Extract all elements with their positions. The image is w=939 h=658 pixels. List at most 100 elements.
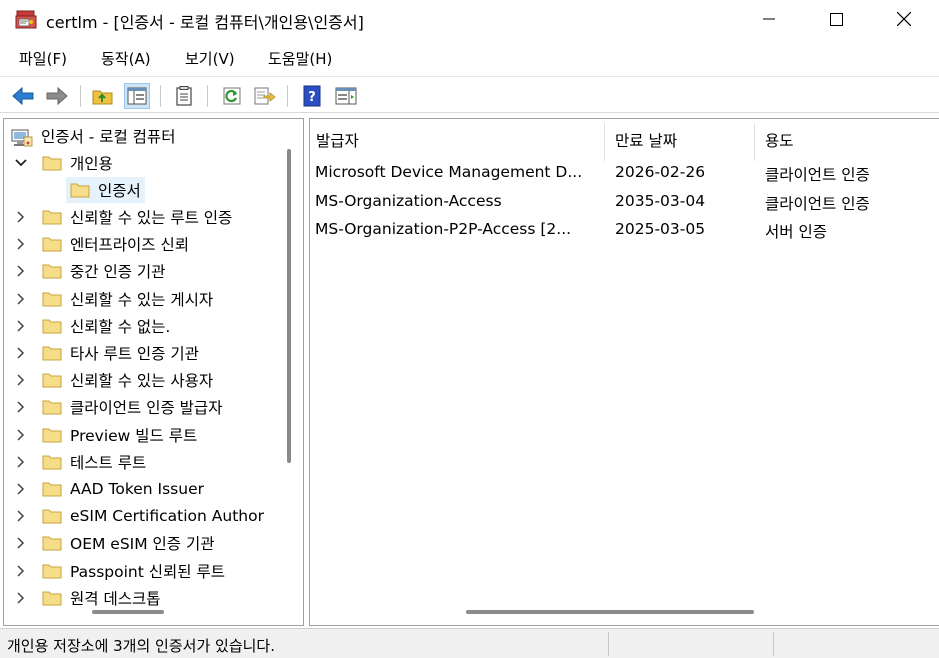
properties-icon[interactable]	[171, 83, 197, 109]
folder-icon	[42, 345, 62, 361]
table-row[interactable]: MS-Organization-P2P-Access [2... 2025-03-…	[310, 220, 930, 246]
title-bar: certlm - [인증서 - 로컬 컴퓨터\개인용\인증서]	[0, 0, 939, 38]
window-title: certlm - [인증서 - 로컬 컴퓨터\개인용\인증서]	[46, 13, 364, 32]
tree-node-store-label: eSIM Certification Author	[70, 507, 264, 526]
tree-horizontal-scrollbar[interactable]	[92, 610, 164, 614]
tree-node-store-label: Preview 빌드 루트	[70, 426, 198, 445]
list-horizontal-scrollbar[interactable]	[466, 610, 754, 614]
menu-view[interactable]: 보기(V)	[185, 48, 235, 69]
tree-node-store[interactable]: 테스트 루트	[14, 449, 146, 475]
status-text: 개인용 저장소에 3개의 인증서가 있습니다.	[7, 637, 275, 655]
minimize-button[interactable]	[737, 0, 801, 38]
chevron-down-icon[interactable]	[14, 150, 28, 176]
tree-node-store[interactable]: Passpoint 신뢰된 루트	[14, 558, 225, 584]
chevron-right-icon[interactable]	[14, 429, 28, 441]
tree-node-store-label: 테스트 루트	[70, 453, 147, 472]
folder-icon	[42, 535, 62, 551]
help-icon[interactable]: ?	[299, 83, 325, 109]
tree-node-store-label: 신뢰할 수 있는 사용자	[70, 372, 214, 391]
cell-expiration: 2035-03-04	[615, 191, 706, 210]
folder-icon	[42, 481, 62, 497]
tree-node-store-label: 엔터프라이즈 신뢰	[70, 236, 190, 255]
tree-node-store-label: 중간 인증 기관	[70, 263, 166, 282]
tree-node-store[interactable]: eSIM Certification Author	[14, 503, 264, 529]
chevron-right-icon[interactable]	[14, 320, 28, 332]
tree-node-store[interactable]: 신뢰할 수 있는 사용자	[14, 367, 213, 393]
tree-vertical-scrollbar[interactable]	[287, 149, 291, 463]
tree-node-store[interactable]: 중간 인증 기관	[14, 258, 165, 284]
forward-icon[interactable]	[44, 83, 70, 109]
refresh-icon[interactable]	[219, 83, 245, 109]
menu-file[interactable]: 파일(F)	[19, 48, 67, 69]
chevron-right-icon[interactable]	[14, 537, 28, 549]
tree-node-store[interactable]: 엔터프라이즈 신뢰	[14, 231, 189, 257]
cell-issuer: MS-Organization-P2P-Access [2...	[315, 220, 572, 238]
folder-icon	[42, 508, 62, 524]
tree-node-certificates-label: 인증서	[98, 182, 141, 200]
tree-node-store[interactable]: 신뢰할 수 있는 게시자	[14, 286, 213, 312]
table-row[interactable]: Microsoft Device Management D... 2026-02-…	[310, 163, 930, 189]
chevron-right-icon[interactable]	[14, 293, 28, 305]
folder-icon	[42, 263, 62, 279]
cell-issuer: Microsoft Device Management D...	[315, 163, 583, 181]
folder-open-icon	[70, 182, 90, 198]
folder-icon	[42, 454, 62, 470]
tree-node-certificates[interactable]: 인증서	[66, 177, 145, 203]
tree-node-store[interactable]: 타사 루트 인증 기관	[14, 340, 199, 366]
menu-help[interactable]: 도움말(H)	[268, 48, 332, 69]
tree-root-label: 인증서 - 로컬 컴퓨터	[41, 128, 176, 146]
tree-node-store[interactable]: AAD Token Issuer	[14, 476, 204, 502]
cell-purpose: 서버 인증	[765, 223, 827, 241]
folder-icon	[42, 590, 62, 606]
status-bar: 개인용 저장소에 3개의 인증서가 있습니다.	[0, 628, 939, 658]
folder-icon	[42, 399, 62, 415]
chevron-right-icon[interactable]	[14, 401, 28, 413]
tree-node-store-label: OEM eSIM 인증 기관	[70, 535, 215, 554]
folder-icon	[42, 209, 62, 225]
table-row[interactable]: MS-Organization-Access 2035-03-04 클라이언트 인증	[310, 192, 930, 218]
column-header-expiration[interactable]: 만료 날짜	[615, 129, 677, 151]
tree-node-store[interactable]: 원격 데스크톱	[14, 585, 161, 611]
chevron-right-icon[interactable]	[14, 238, 28, 250]
chevron-right-icon[interactable]	[14, 374, 28, 386]
tree-node-store[interactable]: Preview 빌드 루트	[14, 422, 197, 448]
folder-icon	[42, 563, 62, 579]
chevron-right-icon[interactable]	[14, 456, 28, 468]
tree-node-personal[interactable]: 개인용	[14, 150, 113, 176]
menu-action[interactable]: 동작(A)	[101, 48, 151, 69]
export-list-icon[interactable]	[252, 83, 278, 109]
chevron-right-icon[interactable]	[14, 510, 28, 522]
folder-icon	[42, 318, 62, 334]
chevron-right-icon[interactable]	[14, 565, 28, 577]
chevron-right-icon[interactable]	[14, 347, 28, 359]
chevron-right-icon[interactable]	[14, 483, 28, 495]
certificate-toolbox-icon	[15, 8, 37, 30]
maximize-button[interactable]	[804, 0, 868, 38]
up-folder-icon[interactable]	[90, 83, 116, 109]
tree-root[interactable]: 인증서 - 로컬 컴퓨터	[11, 123, 175, 149]
chevron-right-icon[interactable]	[14, 592, 28, 604]
console-tree[interactable]: 인증서 - 로컬 컴퓨터 개인용 인증서 신뢰할 수 있는 루트 인증엔터프라이…	[3, 118, 304, 626]
chevron-right-icon[interactable]	[14, 265, 28, 277]
folder-icon	[42, 372, 62, 388]
show-hide-tree-icon[interactable]	[124, 83, 150, 109]
folder-icon	[42, 155, 62, 171]
svg-text:?: ?	[308, 90, 316, 105]
back-icon[interactable]	[10, 83, 36, 109]
column-header-issuer[interactable]: 발급자	[316, 129, 359, 151]
tree-node-store-label: AAD Token Issuer	[70, 480, 204, 498]
tree-node-store-label: 신뢰할 수 없는.	[70, 317, 171, 336]
tree-node-store-label: 신뢰할 수 있는 루트 인증	[70, 209, 233, 227]
cell-expiration: 2025-03-05	[615, 220, 706, 238]
close-button[interactable]	[872, 0, 936, 38]
tree-node-store[interactable]: 신뢰할 수 있는 루트 인증	[14, 204, 232, 230]
tree-node-store[interactable]: 클라이언트 인증 발급자	[14, 394, 222, 420]
chevron-right-icon[interactable]	[14, 211, 28, 223]
tree-node-store[interactable]: 신뢰할 수 없는.	[14, 313, 170, 339]
action-pane-icon[interactable]	[333, 83, 359, 109]
tree-node-store[interactable]: OEM eSIM 인증 기관	[14, 530, 215, 556]
certificate-list[interactable]: 발급자 만료 날짜 용도 Microsoft Device Management…	[309, 118, 939, 626]
tree-node-store-label: Passpoint 신뢰된 루트	[70, 562, 225, 581]
folder-icon	[42, 291, 62, 307]
column-header-purpose[interactable]: 용도	[765, 129, 794, 151]
